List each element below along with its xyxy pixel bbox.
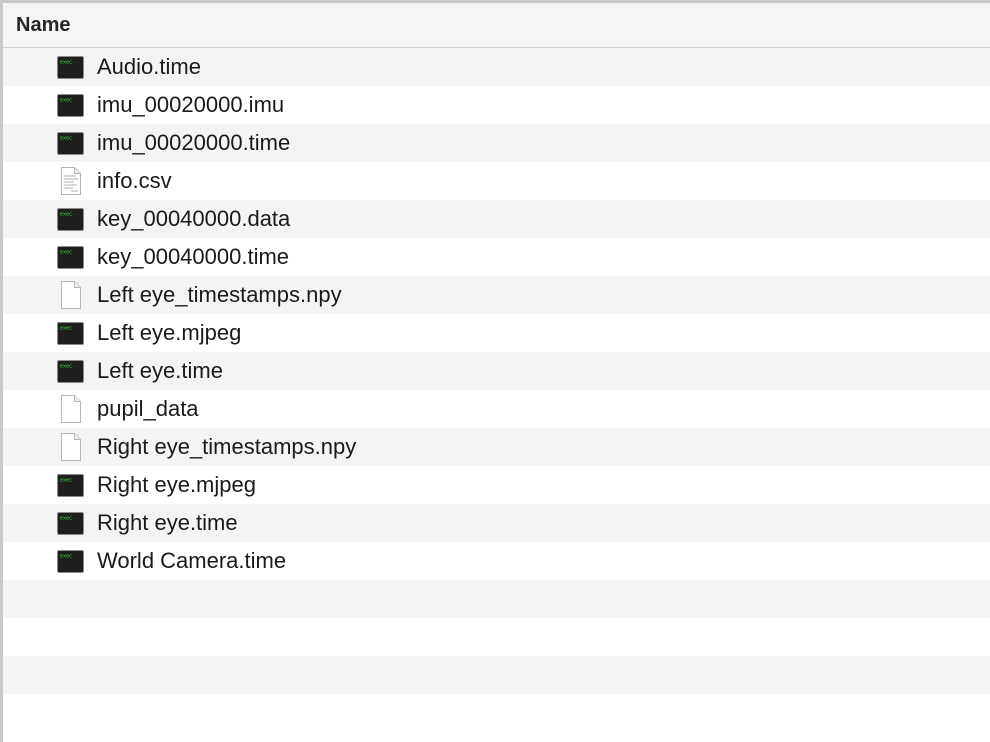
exec-icon: exec: [57, 244, 84, 271]
svg-text:exec: exec: [60, 363, 72, 369]
file-name: Audio.time: [97, 54, 201, 79]
file-row[interactable]: exec key_00040000.time: [3, 238, 990, 276]
exec-icon: exec: [57, 320, 84, 347]
file-row[interactable]: exec imu_00020000.time: [3, 124, 990, 162]
exec-icon: exec: [57, 472, 84, 499]
svg-text:exec: exec: [60, 553, 72, 559]
file-row[interactable]: exec Left eye.mjpeg: [3, 314, 990, 352]
file-row[interactable]: exec World Camera.time: [3, 542, 990, 580]
svg-text:exec: exec: [60, 477, 72, 483]
exec-icon: exec: [57, 130, 84, 157]
file-name: Right eye.time: [97, 510, 238, 535]
svg-text:exec: exec: [60, 211, 72, 217]
empty-row: [3, 656, 990, 694]
file-row[interactable]: exec Right eye.time: [3, 504, 990, 542]
file-name: World Camera.time: [97, 548, 287, 573]
exec-icon: exec: [57, 358, 84, 385]
file-name: Right eye_timestamps.npy: [97, 434, 357, 459]
file-name: Left eye_timestamps.npy: [97, 282, 342, 307]
file-name: key_00040000.time: [97, 244, 290, 269]
file-list: exec Audio.time exec imu_00020000.imu exec im…: [3, 48, 990, 732]
exec-icon: exec: [57, 92, 84, 119]
exec-icon: exec: [57, 548, 84, 575]
svg-text:exec: exec: [60, 325, 72, 331]
blank-document-icon: [57, 433, 84, 461]
file-name: info.csv: [97, 168, 172, 193]
file-name: Right eye.mjpeg: [97, 472, 256, 497]
svg-text:exec: exec: [60, 135, 72, 141]
file-row[interactable]: exec Left eye.time: [3, 352, 990, 390]
svg-text:exec: exec: [60, 249, 72, 255]
svg-text:exec: exec: [60, 97, 72, 103]
empty-row: [3, 580, 990, 618]
file-row[interactable]: exec imu_00020000.imu: [3, 86, 990, 124]
file-name: pupil_data: [97, 396, 199, 421]
file-name: imu_00020000.imu: [97, 92, 285, 117]
file-row[interactable]: Right eye_timestamps.npy: [3, 428, 990, 466]
file-row[interactable]: Left eye_timestamps.npy: [3, 276, 990, 314]
column-header[interactable]: Name: [3, 3, 990, 48]
file-name: Left eye.time: [97, 358, 223, 383]
empty-row: [3, 694, 990, 732]
file-row[interactable]: pupil_data: [3, 390, 990, 428]
file-row[interactable]: exec Audio.time: [3, 48, 990, 86]
file-row[interactable]: exec key_00040000.data: [3, 200, 990, 238]
finder-list-window: Name exec Audio.time exec imu_00020000.imu e…: [0, 0, 990, 742]
svg-text:exec: exec: [60, 515, 72, 521]
svg-text:exec: exec: [60, 59, 72, 65]
name-column-header[interactable]: Name: [3, 15, 70, 35]
exec-icon: exec: [57, 206, 84, 233]
empty-row: [3, 618, 990, 656]
file-name: imu_00020000.time: [97, 130, 291, 155]
file-row[interactable]: exec Right eye.mjpeg: [3, 466, 990, 504]
exec-icon: exec: [57, 54, 84, 81]
file-row[interactable]: info.csv: [3, 162, 990, 200]
file-name: Left eye.mjpeg: [97, 320, 242, 345]
blank-document-icon: [57, 281, 84, 309]
file-name: key_00040000.data: [97, 206, 291, 231]
spreadsheet-document-icon: [57, 167, 84, 195]
blank-document-icon: [57, 395, 84, 423]
exec-icon: exec: [57, 510, 84, 537]
